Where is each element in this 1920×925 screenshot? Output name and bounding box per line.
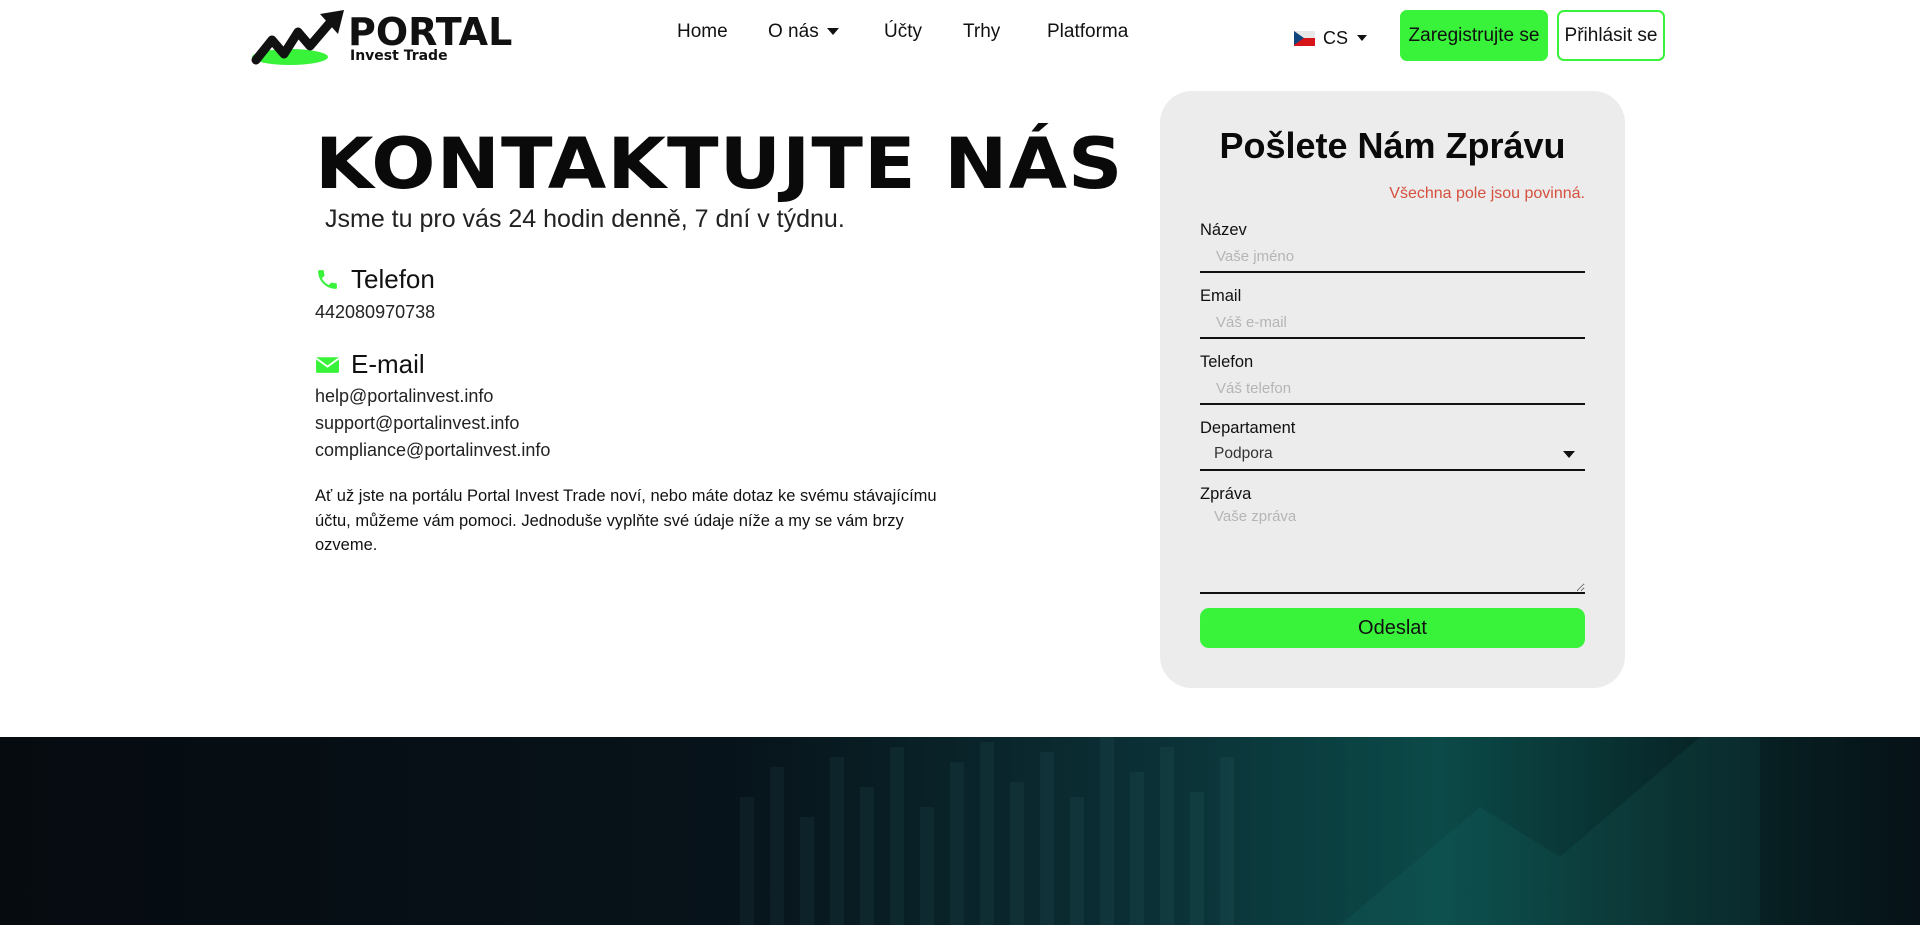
language-label: CS [1323, 27, 1349, 48]
contact-description: Ať už jste na portálu Portal Invest Trad… [315, 487, 937, 554]
register-button[interactable]: Zaregistrujte se [1400, 10, 1548, 61]
login-button[interactable]: Přihlásit se [1557, 10, 1665, 61]
chevron-down-icon [1563, 451, 1575, 458]
phone-field[interactable] [1200, 373, 1585, 405]
logo-wordmark: PORTAL [348, 10, 513, 54]
department-select[interactable]: Podpora [1200, 439, 1585, 471]
phone-icon [318, 269, 337, 289]
chevron-down-icon [1357, 35, 1368, 41]
czech-flag-icon [1294, 30, 1315, 46]
nav-markets[interactable]: Trhy [963, 20, 1000, 44]
email-support-link[interactable]: support@portalinvest.info [315, 412, 519, 434]
message-field[interactable] [1200, 506, 1585, 594]
footer-background [0, 737, 1920, 925]
department-selected-value: Podpora [1214, 445, 1273, 462]
logo-mark-icon [251, 10, 344, 65]
name-label: Název [1200, 221, 1247, 239]
portal-logo[interactable]: PORTAL Invest Trade [250, 10, 512, 66]
logo-tagline: Invest Trade [350, 48, 448, 64]
form-title: Pošlete Nám Zprávu [1219, 125, 1566, 166]
email-section-heading: E-mail [315, 349, 425, 379]
email-field[interactable] [1200, 307, 1585, 339]
envelope-icon [315, 356, 340, 373]
email-compliance-link[interactable]: compliance@portalinvest.info [315, 439, 550, 461]
language-selector[interactable]: CS [1294, 26, 1368, 50]
page-subtitle: Jsme tu pro vás 24 hodin denně, 7 dní v … [325, 205, 845, 233]
chart-background-graphic [740, 737, 1760, 925]
chevron-down-icon [826, 28, 839, 36]
nav-home[interactable]: Home [677, 20, 728, 44]
page-title: KONTAKTUJTE NÁS [315, 123, 1124, 205]
nav-about[interactable]: O nás [768, 20, 839, 44]
message-label: Zpráva [1200, 485, 1252, 503]
phone-label: Telefon [1200, 353, 1254, 371]
name-field[interactable] [1200, 241, 1585, 273]
email-help-link[interactable]: help@portalinvest.info [315, 385, 493, 407]
contact-form-card: Pošlete Nám Zprávu Všechna pole jsou pov… [1160, 91, 1625, 688]
phone-number[interactable]: 442080970738 [315, 301, 435, 323]
department-label: Departament [1200, 419, 1296, 437]
email-heading-label: E-mail [351, 349, 425, 379]
nav-accounts[interactable]: Účty [884, 20, 922, 44]
phone-section-heading: Telefon [315, 264, 435, 294]
submit-button[interactable]: Odeslat [1200, 608, 1585, 648]
required-fields-note: Všechna pole jsou povinná. [1389, 185, 1585, 202]
email-label: Email [1200, 287, 1242, 305]
phone-heading-label: Telefon [351, 264, 435, 294]
nav-about-label: O nás [768, 21, 819, 42]
nav-platform[interactable]: Platforma [1047, 20, 1128, 44]
site-header: PORTAL Invest Trade Home O nás Účty Trhy… [0, 0, 1920, 72]
